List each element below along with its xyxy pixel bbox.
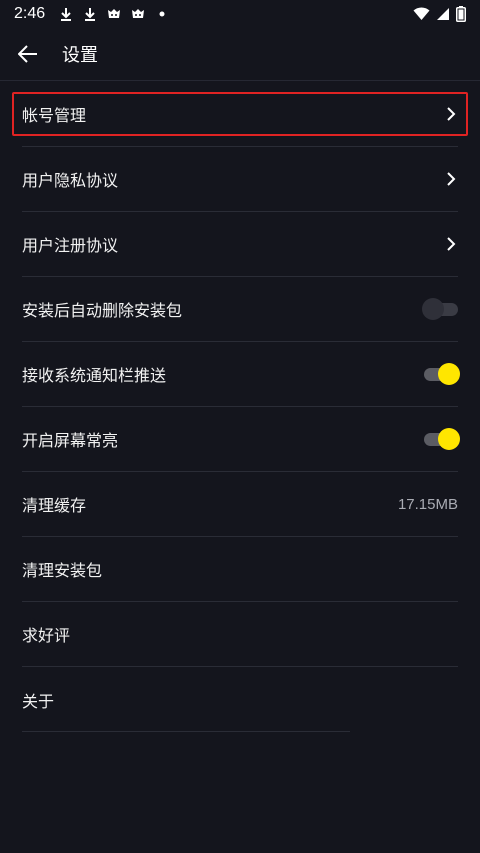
status-right xyxy=(413,6,466,22)
push-notifications-toggle[interactable] xyxy=(424,363,460,385)
download-icon xyxy=(61,8,72,21)
chevron-right-icon xyxy=(447,237,456,251)
status-left: 2:46 xyxy=(14,5,169,23)
setting-push-notifications: 接收系统通知栏推送 xyxy=(22,342,460,407)
setting-label: 接收系统通知栏推送 xyxy=(22,366,167,385)
cell-signal-icon xyxy=(437,8,449,20)
toggle-thumb xyxy=(438,363,460,385)
app-notification-icon xyxy=(132,9,145,18)
wifi-icon xyxy=(413,7,430,20)
divider xyxy=(22,731,350,732)
setting-label: 关于 xyxy=(22,691,55,711)
setting-registration-agreement[interactable]: 用户注册协议 xyxy=(22,212,458,277)
battery-icon xyxy=(456,6,466,22)
toggle-thumb xyxy=(422,298,444,320)
setting-about[interactable]: 关于 xyxy=(22,667,458,732)
setting-rate-app[interactable]: 求好评 xyxy=(22,602,458,667)
setting-clear-packages[interactable]: 清理安装包 xyxy=(22,537,458,602)
keep-screen-on-toggle[interactable] xyxy=(424,428,460,450)
setting-account-management[interactable]: 帐号管理 xyxy=(12,82,468,147)
app-header: 设置 xyxy=(0,28,480,81)
download-icon xyxy=(85,8,96,21)
setting-label: 开启屏幕常亮 xyxy=(22,431,119,450)
setting-label: 安装后自动删除安装包 xyxy=(22,301,183,320)
chevron-right-icon xyxy=(447,107,456,121)
setting-label: 用户注册协议 xyxy=(22,236,119,255)
status-time: 2:46 xyxy=(14,5,46,22)
chevron-right-icon xyxy=(447,172,456,186)
cache-size-value: 17.15MB xyxy=(397,495,458,513)
setting-privacy-policy[interactable]: 用户隐私协议 xyxy=(22,147,458,212)
arrow-left-icon xyxy=(18,45,37,63)
toggle-thumb xyxy=(438,428,460,450)
setting-label: 清理缓存 xyxy=(22,496,87,515)
setting-label: 清理安装包 xyxy=(22,561,103,580)
setting-auto-delete-package: 安装后自动删除安装包 xyxy=(22,277,458,342)
back-button[interactable] xyxy=(0,28,56,81)
setting-label: 求好评 xyxy=(22,626,71,645)
app-notification-icon xyxy=(108,9,121,18)
status-bar: 2:46 xyxy=(0,0,480,28)
settings-list: 帐号管理 用户隐私协议 用户注册协议 安装后自动删除安装包 接收系统通知栏推送 … xyxy=(0,82,480,732)
auto-delete-toggle[interactable] xyxy=(422,298,458,320)
setting-keep-screen-on: 开启屏幕常亮 xyxy=(22,407,460,472)
dot-icon xyxy=(159,11,165,17)
page-title: 设置 xyxy=(62,45,98,66)
setting-label: 用户隐私协议 xyxy=(22,171,119,190)
setting-label: 帐号管理 xyxy=(22,106,87,125)
setting-clear-cache[interactable]: 清理缓存 17.15MB xyxy=(22,472,458,537)
